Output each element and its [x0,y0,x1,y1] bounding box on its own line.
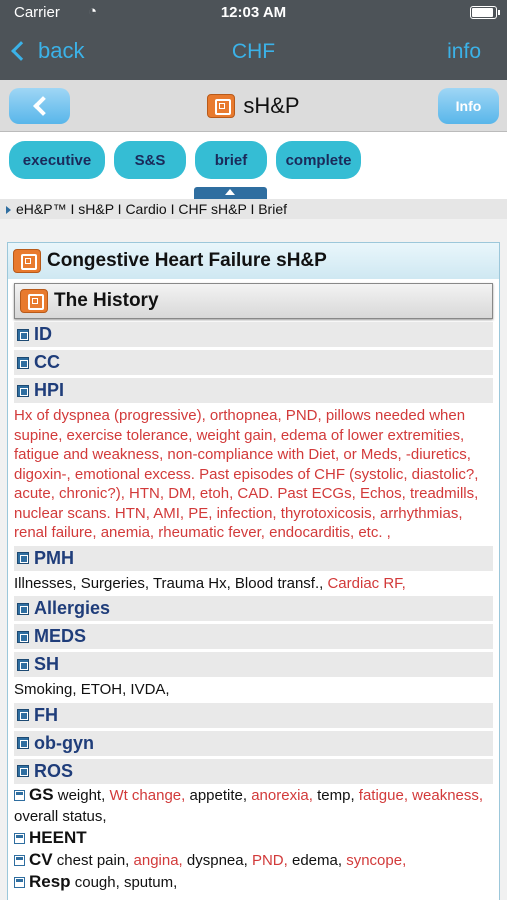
history-logo-icon [20,289,48,313]
collapse-handle[interactable] [194,187,267,199]
ros-item: dyspnea, [186,851,248,869]
section-label: PMH [34,547,74,568]
ros-item: anorexia, [251,786,313,804]
breadcrumb: eH&P™ I sH&P I Cardio I CHF sH&P I Brief [0,199,507,219]
section-icon [17,384,29,397]
ros-item: edema, [291,851,343,869]
ros-item: overall status, [14,807,107,825]
ros-item: Wt change, [109,786,186,804]
toolbar-title: sH&P [0,93,507,119]
battery-icon [470,6,500,19]
section-icon [17,602,29,615]
tab-bar: executive S&S brief complete [0,133,507,187]
ros-item: chest pain, [56,851,130,869]
navigation-bar: back CHF info [0,26,507,80]
section-sh[interactable]: SH [14,652,493,677]
section-label: FH [34,704,58,725]
ros-cv-heading: CV [29,849,53,869]
toolbar-info-button[interactable]: Info [438,88,499,124]
panel-title: Congestive Heart Failure sH&P [47,250,327,271]
section-pmh[interactable]: PMH [14,545,493,571]
section-label: ID [34,324,52,344]
history-title: The History [54,290,159,311]
tab-s-and-s[interactable]: S&S [114,141,186,179]
tab-complete[interactable]: complete [276,141,361,179]
status-bar: Carrier ◔ 12:03 AM [0,0,507,26]
nav-info-button[interactable]: info [447,40,481,64]
section-icon [17,709,29,721]
section-ob-gyn[interactable]: ob-gyn [14,730,493,756]
section-label: MEDS [34,626,87,646]
section-meds[interactable]: MEDS [14,624,493,649]
ros-item: fatigue, [358,786,408,804]
section-label: ob-gyn [34,732,94,753]
tab-executive[interactable]: executive [9,141,105,179]
ros-item: angina, [133,851,183,869]
ros-resp[interactable]: Resp cough, sputum, [14,871,493,893]
history-header[interactable]: The History [14,283,493,319]
section-label: Allergies [34,598,111,618]
section-allergies[interactable]: Allergies [14,596,493,621]
section-icon [17,630,29,643]
breadcrumb-arrow-icon [6,206,11,215]
section-icon [17,356,29,369]
ros-heent-heading: HEENT [29,827,87,847]
ros-heent[interactable]: HEENT [14,827,493,849]
shp-panel: Congestive Heart Failure sH&P The Histor… [7,242,500,900]
ros-item: appetite, [189,786,248,804]
hpi-text: Hx of dyspnea (progressive), orthopnea, … [14,407,479,541]
ros-item: weight, [57,786,106,804]
section-icon [17,658,29,671]
subsection-icon [14,790,25,802]
pmh-text-plain: Illnesses, Surgeries, Trauma Hx, Blood t… [14,574,324,592]
ros-item: temp, [317,786,355,804]
section-icon [17,328,29,341]
panel-header: Congestive Heart Failure sH&P [8,243,499,279]
section-fh[interactable]: FH [14,702,493,728]
shp-logo-icon [13,249,41,273]
section-ros[interactable]: ROS [14,758,493,784]
section-icon [17,737,29,749]
ros-item: syncope, [346,851,407,869]
status-time: 12:03 AM [220,4,287,21]
ros-item: weakness, [412,786,484,804]
subsection-icon [14,877,25,889]
ros-cv[interactable]: CV chest pain, angina, dyspnea, PND, ede… [14,849,493,871]
section-icon [17,765,29,777]
ros-item: cough, sputum, [74,873,178,891]
subsection-icon [14,855,25,867]
section-label: ROS [34,760,74,781]
section-label: HPI [34,380,65,400]
content-area[interactable]: Congestive Heart Failure sH&P The Histor… [0,219,507,900]
section-label: SH [34,654,60,674]
pmh-text: Illnesses, Surgeries, Trauma Hx, Blood t… [14,571,493,594]
ros-gs[interactable]: GS weight, Wt change, appetite, anorexia… [14,784,493,827]
breadcrumb-text: eH&P™ I sH&P I Cardio I CHF sH&P I Brief [16,201,288,217]
ros-item: PND, [251,851,288,869]
section-label: CC [34,352,60,372]
nav-title: CHF [231,40,276,63]
sh-text: Smoking, ETOH, IVDA, [14,681,170,698]
toolbar: sH&P Info [0,80,507,132]
subsection-icon [14,833,25,845]
ros-resp-heading: Resp [29,871,71,891]
section-hpi[interactable]: HPI [14,378,493,403]
tab-brief[interactable]: brief [195,141,267,179]
section-id[interactable]: ID [14,322,493,347]
ros-gs-heading: GS [29,784,54,804]
section-cc[interactable]: CC [14,350,493,375]
pmh-text-highlight: Cardiac RF, [327,574,406,592]
app-logo-icon [207,94,236,118]
toolbar-title-text: sH&P [243,93,300,118]
section-icon [17,552,29,564]
